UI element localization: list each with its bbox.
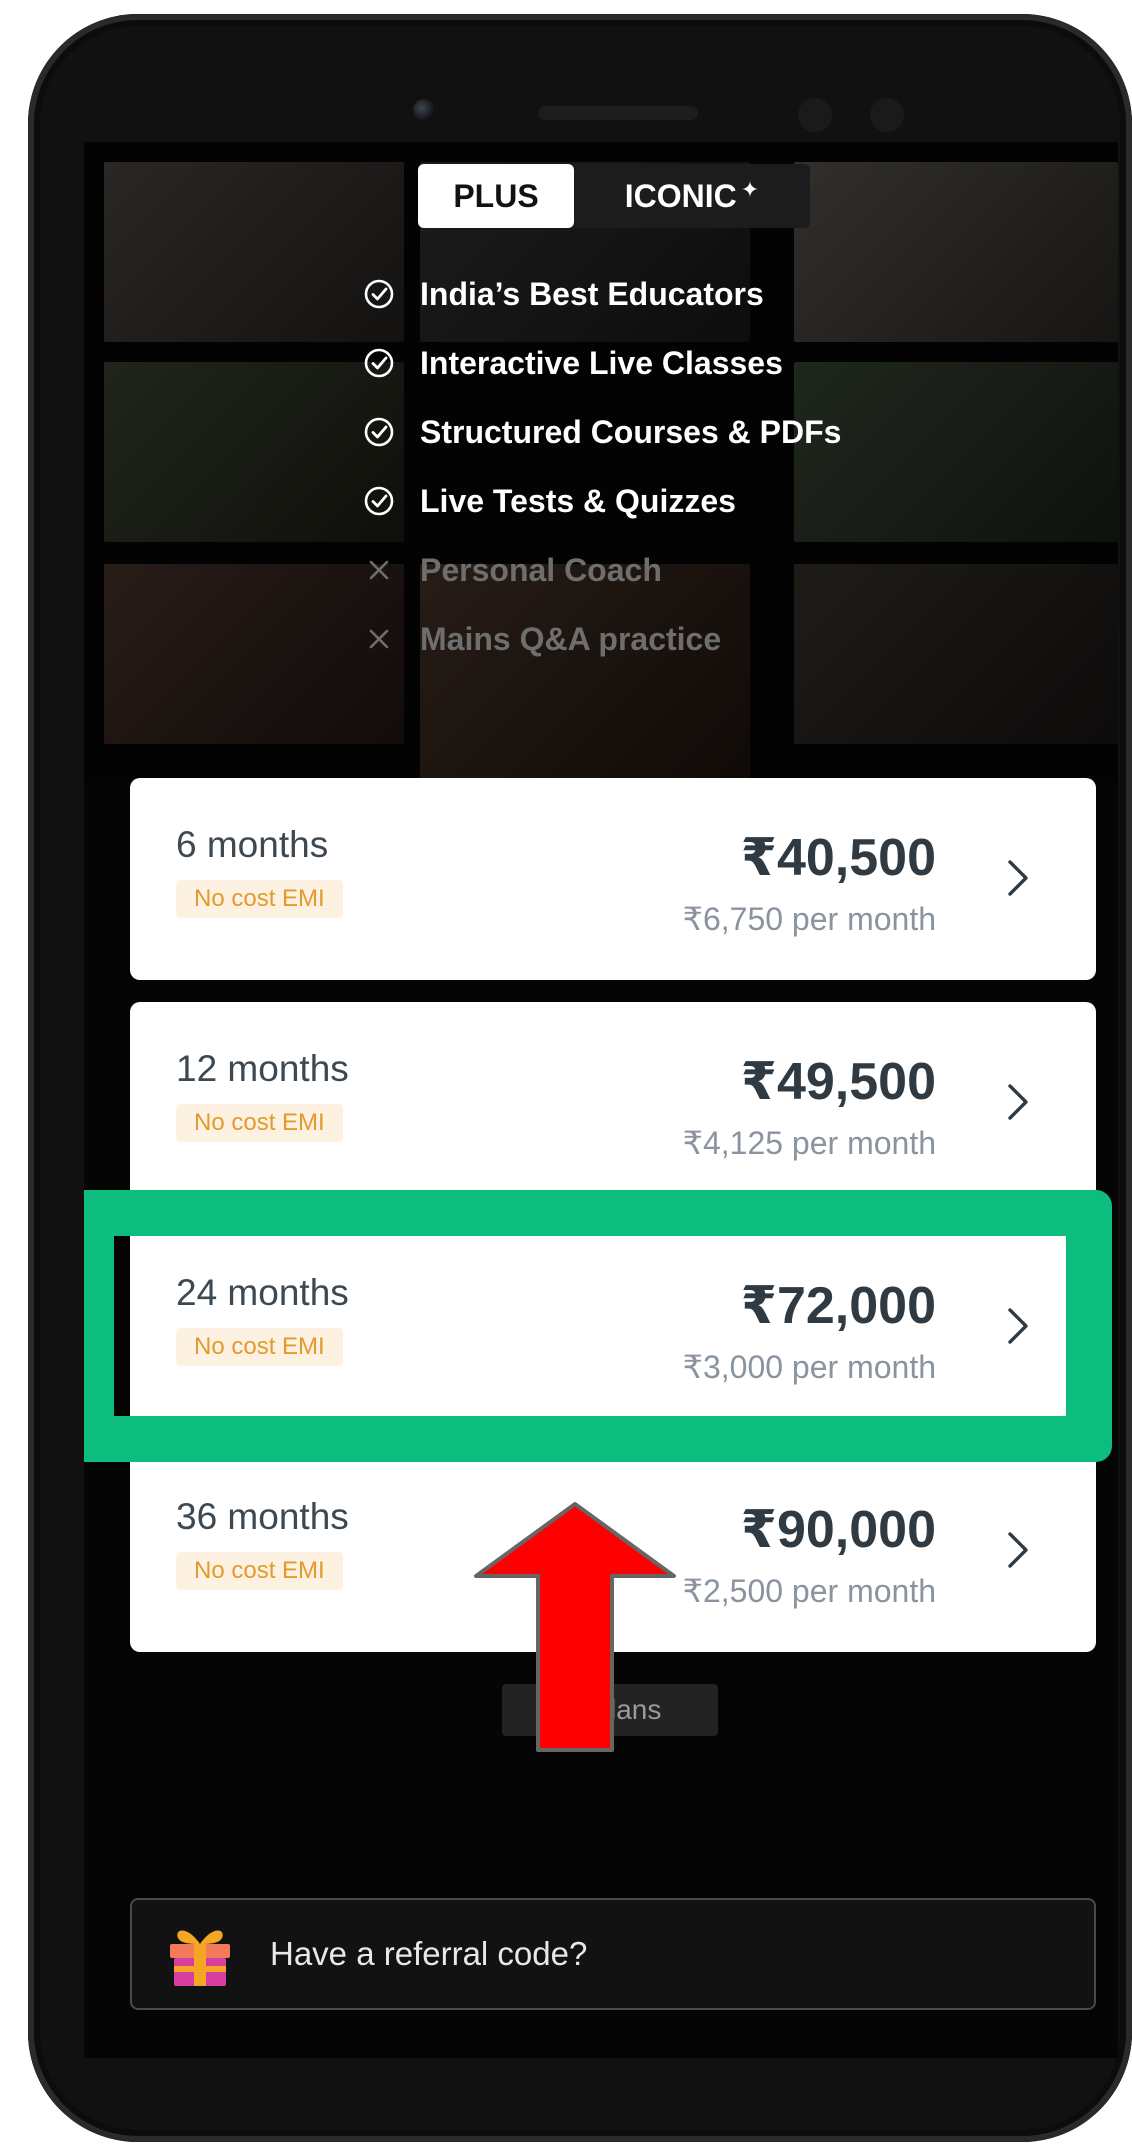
feature-label: Mains Q&A practice [420, 620, 722, 657]
sensor-icon [870, 98, 904, 132]
speaker-grille [538, 106, 698, 120]
phone-frame: PLUS ICONIC ✦ India’s Best Educators Inte… [28, 14, 1132, 2142]
highlight-annotation [84, 1190, 1112, 1462]
plan-duration: 36 months [176, 1496, 349, 1537]
tab-plus-label: PLUS [453, 178, 539, 214]
feature-label: Personal Coach [420, 551, 662, 588]
feature-item: India’s Best Educators [362, 270, 764, 318]
chevron-right-icon [1008, 1532, 1028, 1568]
hero-overlay [84, 142, 1118, 782]
sparkle-icon: ✦ [740, 177, 760, 202]
chevron-right-icon [1008, 1084, 1028, 1120]
feature-label: Structured Courses & PDFs [420, 413, 842, 450]
feature-item: Interactive Live Classes [362, 339, 783, 387]
check-circle-icon [362, 277, 396, 311]
feature-item: Live Tests & Quizzes [362, 477, 736, 525]
camera-icon [413, 99, 435, 121]
feature-item-excluded: Mains Q&A practice [362, 615, 721, 663]
emi-badge: No cost EMI [176, 880, 343, 918]
emi-badge: No cost EMI [176, 1552, 343, 1590]
plan-monthly-price: ₹6,750 per month [682, 901, 936, 937]
check-circle-icon [362, 484, 396, 518]
sensor-icon [798, 98, 832, 132]
chevron-right-icon [1008, 860, 1028, 896]
up-arrow-annotation [474, 1502, 676, 1752]
app-screen: PLUS ICONIC ✦ India’s Best Educators Inte… [84, 142, 1118, 2058]
feature-item-excluded: Personal Coach [362, 546, 662, 594]
plan-monthly-price: ₹2,500 per month [682, 1573, 936, 1609]
feature-label: Live Tests & Quizzes [420, 482, 736, 519]
plan-card-6-months[interactable]: 6 months No cost EMI ₹40,500 ₹6,750 per … [130, 778, 1096, 980]
plan-card-12-months[interactable]: 12 months No cost EMI ₹49,500 ₹4,125 per… [130, 1002, 1096, 1204]
check-circle-icon [362, 415, 396, 449]
tab-iconic-label: ICONIC [624, 178, 737, 214]
plan-duration: 12 months [176, 1048, 349, 1089]
emi-badge: No cost EMI [176, 1104, 343, 1142]
plan-duration: 6 months [176, 824, 329, 865]
cross-icon [362, 553, 396, 587]
referral-label: Have a referral code? [270, 1935, 588, 1972]
plan-price: ₹49,500 [740, 1053, 936, 1111]
tab-plus[interactable]: PLUS [418, 164, 574, 228]
referral-code-button[interactable]: Have a referral code? [130, 1898, 1096, 2010]
check-circle-icon [362, 346, 396, 380]
feature-label: India’s Best Educators [420, 275, 764, 312]
plan-tier-switch: PLUS ICONIC ✦ [418, 164, 810, 228]
plan-monthly-price: ₹4,125 per month [682, 1125, 936, 1161]
cross-icon [362, 622, 396, 656]
tab-iconic[interactable]: ICONIC ✦ [574, 164, 810, 228]
plan-price: ₹90,000 [740, 1501, 936, 1559]
feature-item: Structured Courses & PDFs [362, 408, 841, 456]
plan-price: ₹40,500 [740, 829, 936, 887]
feature-label: Interactive Live Classes [420, 344, 783, 381]
gift-icon [170, 1930, 230, 1986]
